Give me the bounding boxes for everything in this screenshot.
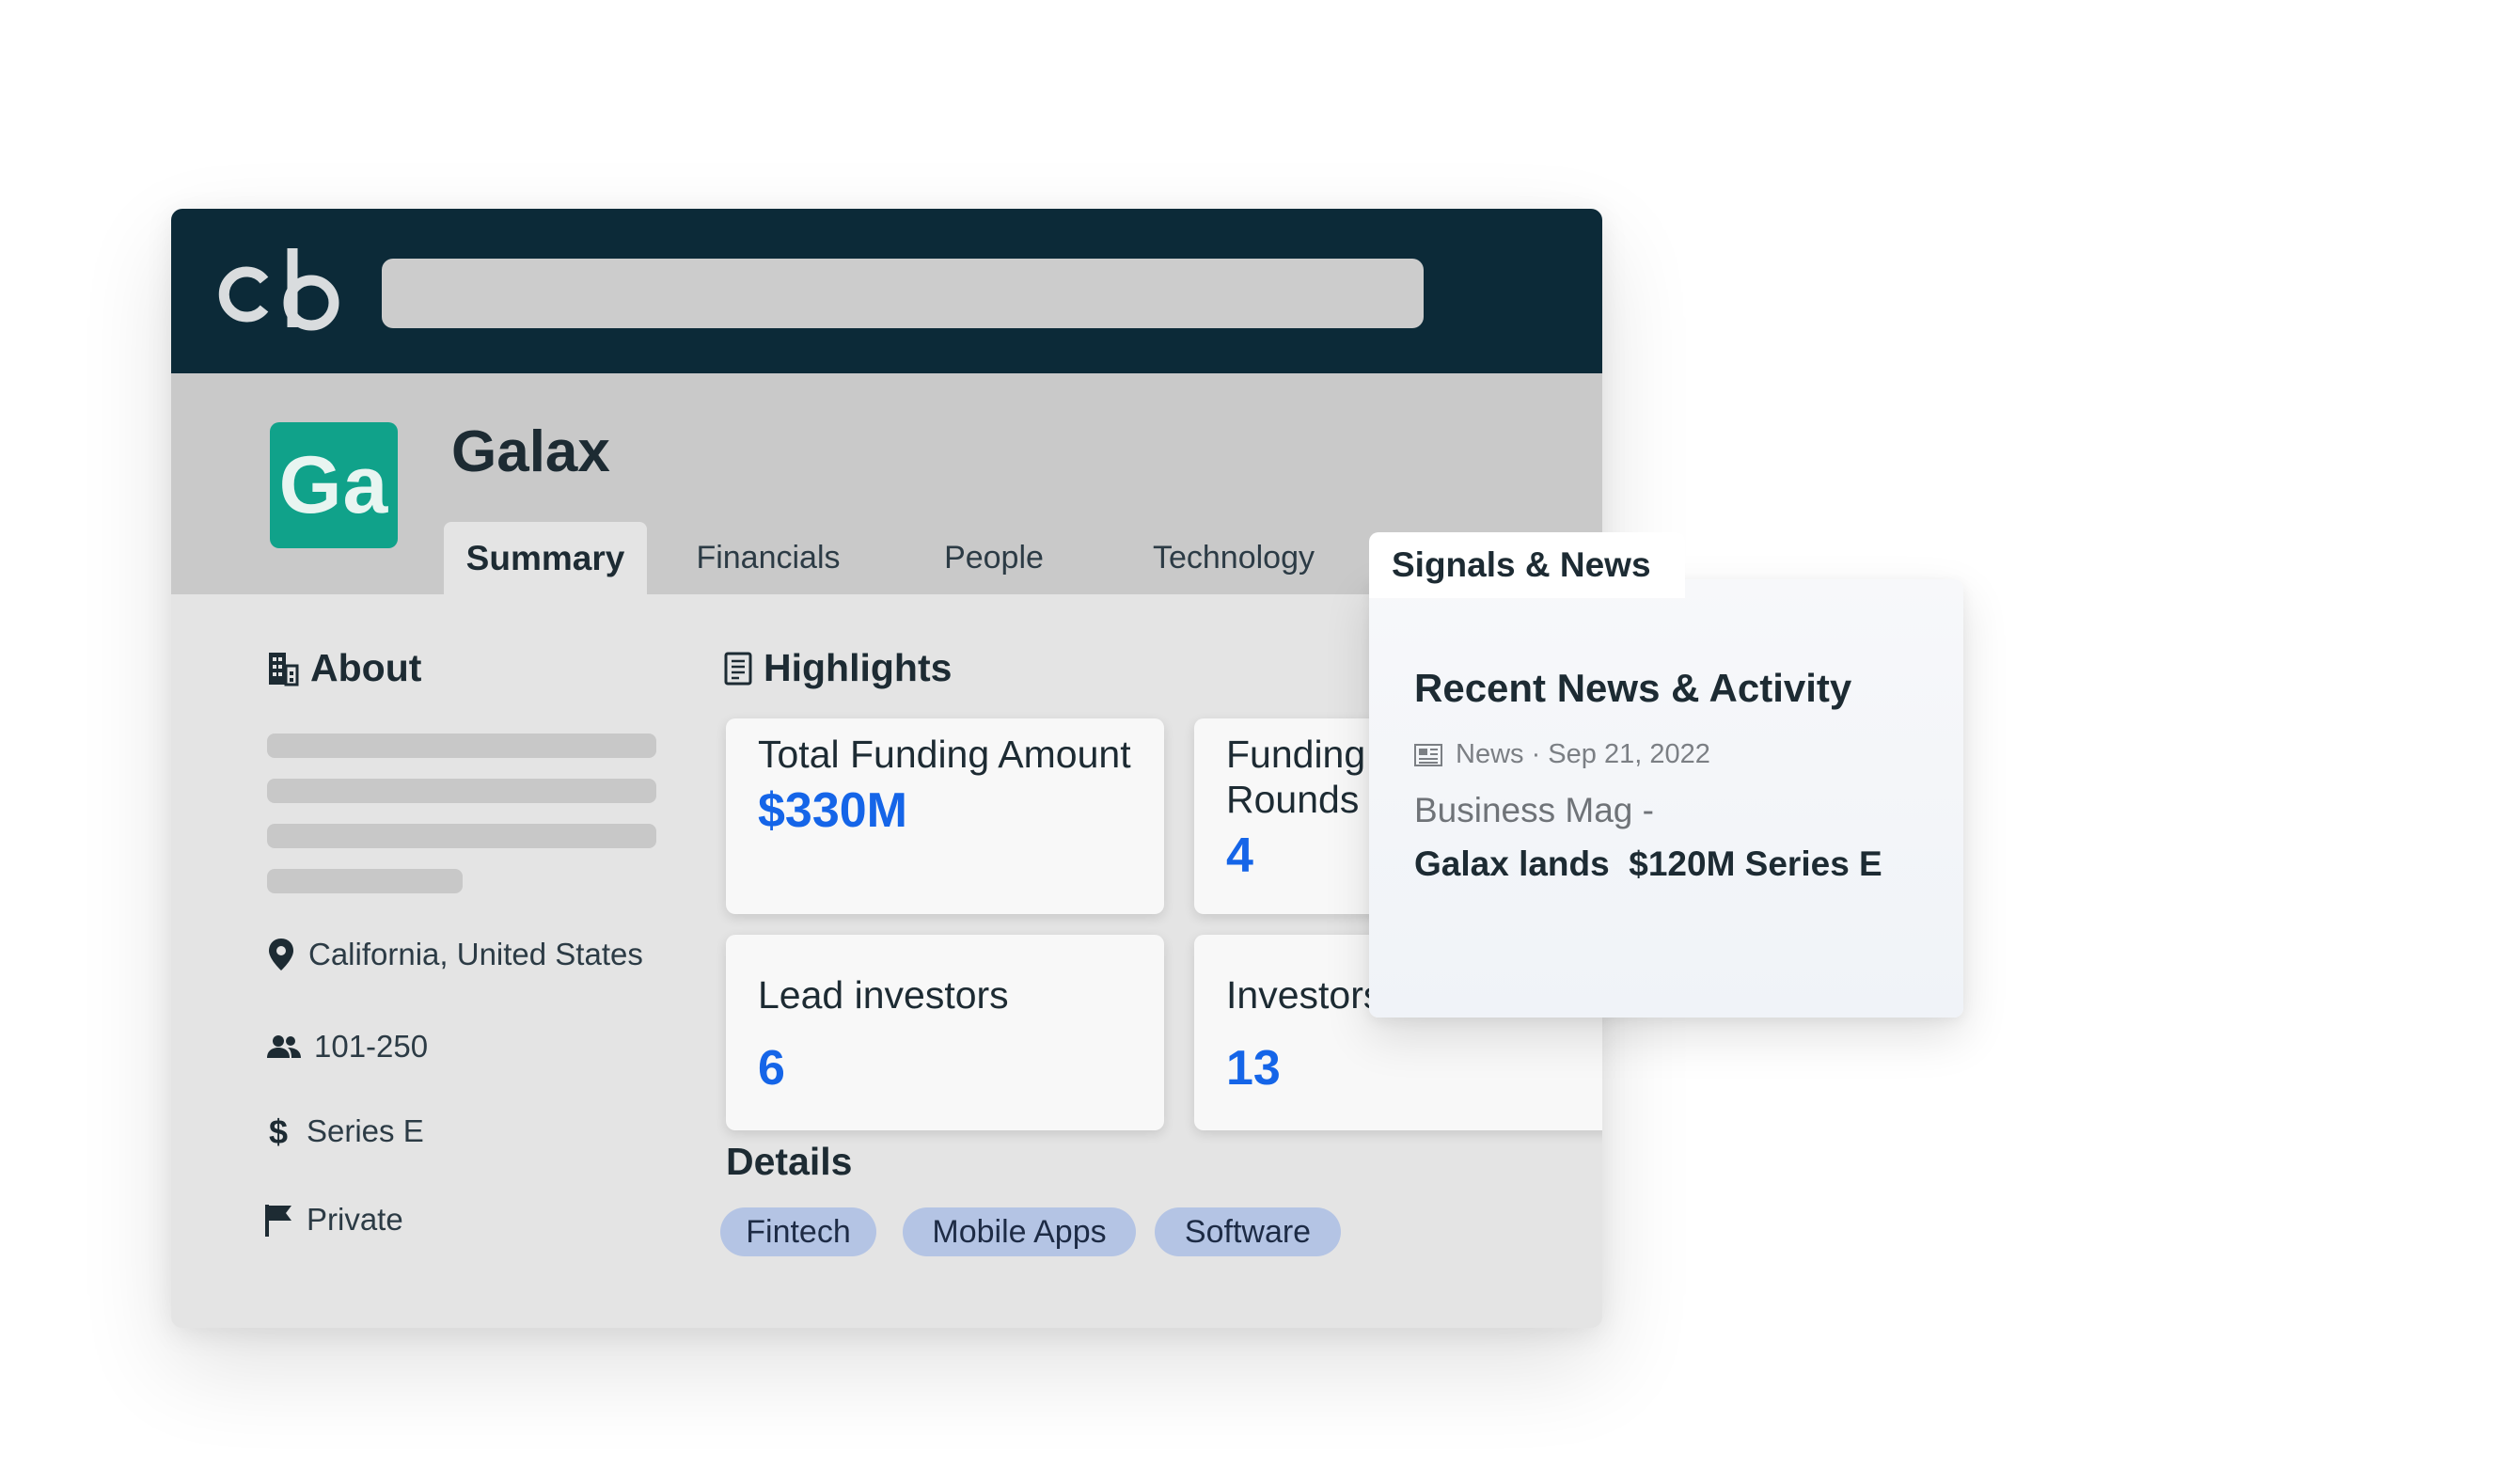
description-placeholder-line [267, 824, 656, 848]
document-icon [724, 652, 752, 685]
description-placeholder-line [267, 779, 656, 803]
flag-icon [265, 1205, 291, 1237]
description-placeholder-line [267, 734, 656, 758]
tab-financials[interactable]: Financials [679, 522, 858, 594]
tab-signals-news[interactable]: Signals & News [1369, 532, 1685, 598]
signals-news-panel: Recent News & Activity News · Sep 21, 20… [1369, 579, 1963, 1018]
highlights-heading: Highlights [724, 646, 952, 690]
news-meta: News · Sep 21, 2022 [1414, 739, 1710, 770]
recent-news-title: Recent News & Activity [1414, 666, 1852, 710]
description-placeholder-line [267, 869, 463, 893]
tab-technology[interactable]: Technology [1130, 522, 1337, 594]
top-navigation-bar [171, 209, 1602, 373]
company-name: Galax [451, 419, 610, 484]
card-label: Lead investors [758, 973, 1009, 1017]
card-label: Total Funding Amount [758, 733, 1131, 776]
location-row: California, United States [267, 937, 643, 972]
funding-stage-text: Series E [307, 1113, 424, 1148]
tag-chip-mobile-apps[interactable]: Mobile Apps [903, 1207, 1136, 1256]
highlights-title: Highlights [764, 646, 953, 689]
highlight-card-lead-investors[interactable]: Lead investors 6 [726, 935, 1164, 1130]
search-input[interactable] [382, 259, 1424, 328]
tag-chip-fintech[interactable]: Fintech [720, 1207, 876, 1256]
tab-summary[interactable]: Summary [444, 522, 647, 594]
news-headline-link[interactable]: Galax lands $120M Series E [1414, 844, 1882, 884]
about-heading: About [267, 646, 421, 690]
crunchbase-logo[interactable] [213, 246, 340, 333]
details-heading: Details [726, 1140, 853, 1183]
location-text: California, United States [308, 937, 643, 971]
status-text: Private [307, 1202, 403, 1237]
employees-text: 101-250 [314, 1029, 429, 1064]
about-title: About [310, 646, 422, 689]
card-value: $330M [758, 783, 907, 838]
status-row: Private [263, 1202, 403, 1238]
tab-people[interactable]: People [923, 522, 1064, 594]
news-meta-text: News · Sep 21, 2022 [1456, 739, 1710, 769]
building-icon [269, 652, 299, 686]
svg-text:$: $ [269, 1113, 288, 1149]
location-pin-icon [269, 939, 293, 970]
funding-stage-row: $ Series E [267, 1113, 424, 1149]
people-icon [267, 1035, 301, 1058]
company-logo: Ga [270, 422, 398, 548]
dollar-icon: $ [269, 1113, 288, 1149]
card-value: 13 [1226, 1041, 1281, 1096]
newspaper-icon [1414, 743, 1442, 766]
employees-row: 101-250 [267, 1029, 428, 1065]
tag-chip-software[interactable]: Software [1155, 1207, 1341, 1256]
news-source: Business Mag - [1414, 791, 1654, 829]
highlight-card-total-funding[interactable]: Total Funding Amount $330M [726, 718, 1164, 914]
card-value: 6 [758, 1041, 785, 1096]
